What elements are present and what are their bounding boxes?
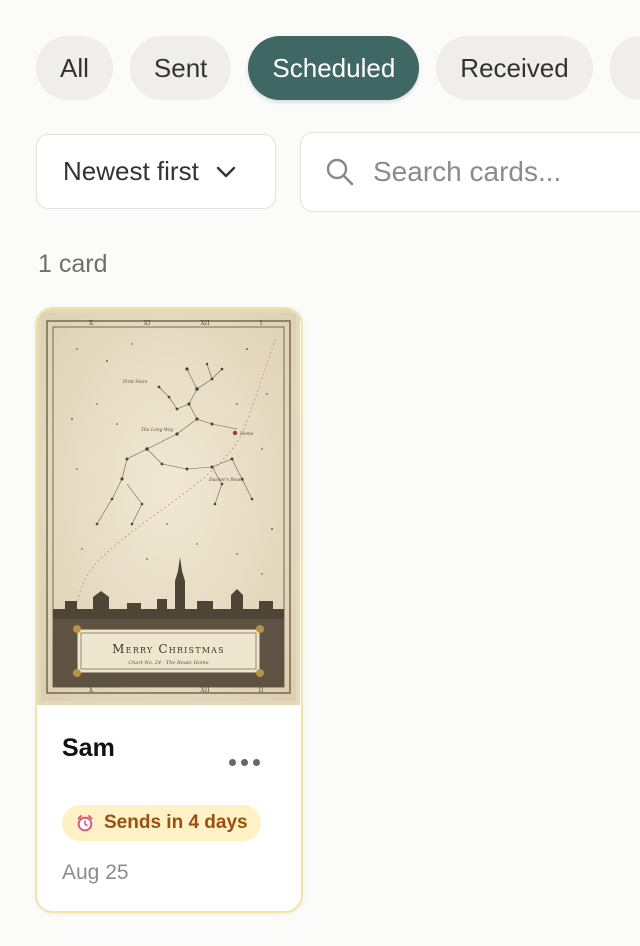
search-box: [300, 132, 640, 212]
artwork-subtitle: Chart No. 24 · The Route Home: [128, 660, 208, 666]
tab-sent[interactable]: Sent: [129, 36, 232, 100]
svg-text:X: X: [89, 687, 94, 694]
tab-scheduled[interactable]: Scheduled: [248, 36, 420, 100]
status-text: Sends in 4 days: [104, 812, 248, 833]
search-icon: [325, 157, 355, 187]
result-count: 1 card: [38, 250, 108, 278]
svg-text:The Long Way: The Long Way: [141, 427, 174, 433]
card-recipient: Sam: [62, 734, 115, 762]
card-item[interactable]: X XI XII I X XII II First Stars The Long…: [35, 307, 303, 913]
svg-text:II: II: [259, 687, 264, 694]
sort-label: Newest first: [63, 156, 199, 186]
status-badge: Sends in 4 days: [62, 805, 261, 841]
artwork-title: Merry Christmas: [112, 642, 225, 656]
tab-more[interactable]: [609, 36, 640, 100]
chevron-down-icon: [215, 165, 237, 179]
filter-tabs: All Sent Scheduled Received: [36, 36, 640, 100]
svg-text:XII: XII: [200, 687, 210, 694]
tab-received[interactable]: Received: [436, 36, 593, 100]
tab-all[interactable]: All: [36, 36, 113, 100]
svg-text:X: X: [89, 320, 94, 327]
svg-text:First Stars: First Stars: [122, 379, 148, 385]
svg-text:Dasher's Reach: Dasher's Reach: [208, 477, 245, 483]
alarm-clock-icon: [76, 814, 94, 832]
svg-text:Home: Home: [239, 431, 254, 437]
card-date: Aug 25: [62, 861, 129, 884]
more-options-icon[interactable]: [223, 749, 265, 775]
svg-text:XI: XI: [144, 320, 151, 327]
card-artwork: X XI XII I X XII II First Stars The Long…: [37, 309, 300, 705]
sort-dropdown[interactable]: Newest first: [36, 134, 276, 209]
svg-text:XII: XII: [200, 320, 210, 327]
search-input[interactable]: [371, 155, 635, 189]
